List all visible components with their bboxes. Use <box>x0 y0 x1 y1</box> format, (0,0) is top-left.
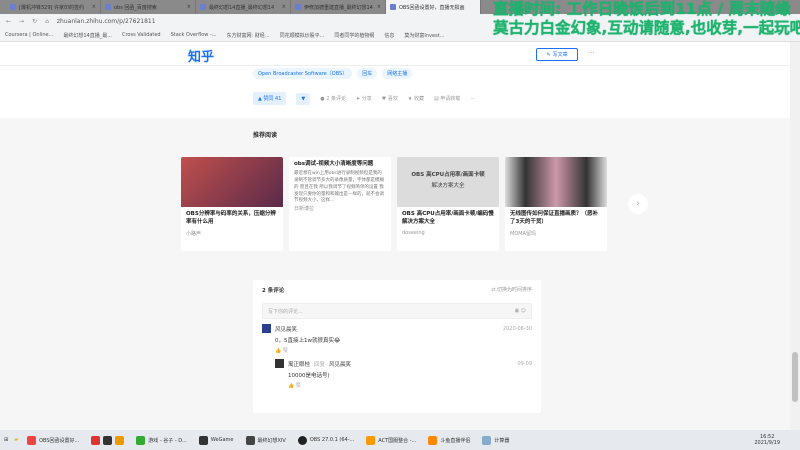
collect-button[interactable]: ★ 收藏 <box>408 95 424 102</box>
repost-button[interactable]: ▤ 申请转载 <box>434 95 460 102</box>
sort-toggle[interactable]: ⇄ 切换为时间排序 <box>491 286 532 294</box>
bookmark[interactable]: 最终幻想14直播_最... <box>63 32 112 39</box>
site-header: 知乎 ✎ 写文章 ··· <box>0 42 790 66</box>
taskbar-item[interactable]: WeGame <box>196 435 237 445</box>
avatar[interactable] <box>262 324 271 333</box>
reload-icon[interactable]: ↻ <box>32 18 37 25</box>
favicon-icon <box>200 4 206 10</box>
bookmark[interactable]: 信息 <box>384 32 394 39</box>
downvote-button[interactable]: ▼ <box>296 92 311 105</box>
comment-input[interactable]: 写下你的评论... ▣ ☺ <box>262 303 532 319</box>
browser-tab-active[interactable]: OBS回函设置好，直播无损画 <box>386 0 481 14</box>
taskbar-item[interactable]: 最终幻想XIV <box>243 435 289 445</box>
emoji-icon[interactable]: ☺ <box>521 308 526 314</box>
scrollbar[interactable] <box>790 42 800 430</box>
bookmark[interactable]: 莫为财富Invest... <box>404 32 444 39</box>
comment-user[interactable]: 风见晨笑 <box>275 325 297 333</box>
start-icon[interactable]: ⊞ <box>4 437 8 443</box>
taskbar-item[interactable]: ACT国服整合 -... <box>363 435 419 445</box>
recommend-card[interactable]: OBS 高CPU占用率/画面卡顿 解决方案大全 OBS 高CPU占用率/画面卡顿/… <box>397 157 499 251</box>
next-arrow-button[interactable]: › <box>628 194 648 214</box>
card-image: OBS 高CPU占用率/画面卡顿 解决方案大全 <box>397 157 499 207</box>
topic-tag[interactable]: Open Broadcaster Software（OBS） <box>253 68 353 79</box>
taskbar-item[interactable]: OBS回函设置好... <box>24 435 82 445</box>
taskbar-item[interactable]: 游戏 - 谷子 - D... <box>133 435 190 445</box>
write-article-button[interactable]: ✎ 写文章 <box>536 48 578 61</box>
recommend-card[interactable]: obs调试-视频大小清晰度等问题 最近想在win上用obs进行录制视频但是我的录… <box>289 157 391 251</box>
comment-reply: 寓正眼桂 回复 风见晨笑 09-09 10000是电话号) 👍 赞 <box>275 359 532 389</box>
favicon-icon <box>10 4 16 10</box>
home-icon[interactable]: ⌂ <box>45 18 49 25</box>
recommend-title: 推荐阅读 <box>253 132 278 139</box>
bookmark[interactable]: Cross Validated <box>122 32 161 38</box>
bookmark[interactable]: Stack Overflow -... <box>171 32 217 38</box>
favicon-icon <box>390 4 396 10</box>
topic-tag[interactable]: 网络主播 <box>382 68 413 79</box>
avatar[interactable] <box>275 359 284 368</box>
browser-tab[interactable]: obs 回函_百度搜索 × <box>101 0 196 14</box>
bookmark[interactable]: Coursera | Online... <box>5 32 53 38</box>
bookmark[interactable]: 东方财富网: 财经... <box>227 32 270 39</box>
more-actions-button[interactable]: ··· <box>470 96 475 102</box>
back-icon[interactable]: ← <box>6 18 11 25</box>
system-clock[interactable]: 16:52 2021/9/19 <box>754 434 780 447</box>
taskbar: ⊞ ▰ OBS回函设置好... 游戏 - 谷子 - D... WeGame 最终… <box>0 430 800 450</box>
taskbar-item[interactable] <box>88 435 127 445</box>
recommend-card[interactable]: OBS分辨率与码率的关系，压缩分辨率有什么用 小路声 <box>181 157 283 251</box>
close-icon[interactable]: × <box>282 4 286 10</box>
comments-title: 2 条评论 <box>262 288 285 294</box>
stream-overlay-text: 直播时间: 工作日晚饭后到11点 / 周末随缘 莫古力白金幻象,互动请随意,也收… <box>493 0 800 37</box>
close-icon[interactable]: × <box>377 4 381 10</box>
card-image <box>181 157 283 207</box>
comment-item: 风见晨笑 2020-06-30 0，5直接上1w就很真实😂 👍 赞 <box>262 324 532 354</box>
folder-icon[interactable]: ▰ <box>14 437 18 443</box>
taskbar-item[interactable]: 斗鱼直播伴侣 <box>425 435 473 445</box>
favicon-icon <box>105 4 111 10</box>
browser-tab[interactable]: 伊修加德重建直播_最终幻想14 × <box>291 0 386 14</box>
like-button[interactable]: ♥ 喜欢 <box>382 95 398 102</box>
forward-icon[interactable]: → <box>19 18 24 25</box>
taskbar-item[interactable]: OBS 27.0.1 (64-... <box>295 435 357 445</box>
taskbar-item[interactable]: 计算器 <box>479 435 512 445</box>
scrollbar-thumb[interactable] <box>792 352 798 402</box>
favicon-icon <box>295 4 301 10</box>
recommend-cards: OBS分辨率与码率的关系，压缩分辨率有什么用 小路声 obs调试-视频大小清晰度… <box>181 157 607 251</box>
bookmark[interactable]: 同花顺模拟炒股平... <box>280 32 325 39</box>
share-button[interactable]: ➤ 分享 <box>356 95 372 102</box>
url-input[interactable]: zhuanlan.zhihu.com/p/27621811 <box>57 18 156 25</box>
bookmark[interactable]: 同者同学的植物纲 <box>334 32 374 39</box>
more-button[interactable]: ··· <box>588 49 595 57</box>
like-button[interactable]: 👍 赞 <box>275 347 532 354</box>
comments-button[interactable]: ● 2 条评论 <box>320 95 346 102</box>
zhihu-logo[interactable]: 知乎 <box>188 46 214 65</box>
close-icon[interactable]: × <box>187 4 191 10</box>
close-icon[interactable]: × <box>92 4 96 10</box>
card-image <box>505 157 607 207</box>
edit-icon: ✎ <box>546 51 551 58</box>
like-button[interactable]: 👍 赞 <box>288 382 532 389</box>
article-footer: Open Broadcaster Software（OBS） 回车 网络主播 ▲… <box>0 66 790 118</box>
image-icon[interactable]: ▣ <box>514 308 519 314</box>
browser-tab[interactable]: 最终幻想14直播_最终幻想14 × <box>196 0 291 14</box>
recommend-card[interactable]: 无线图传如何保证直播画质？（恶补了3天的干货） MOMA留玛 <box>505 157 607 251</box>
upvote-button[interactable]: ▲ 赞同 41 <box>253 92 287 105</box>
comments-panel: 2 条评论 ⇄ 切换为时间排序 写下你的评论... ▣ ☺ 风见晨笑 2020-06-… <box>253 280 541 413</box>
topic-tag[interactable]: 回车 <box>357 68 378 79</box>
browser-tab[interactable]: [爆机冲锋329] 许家印的签约 × <box>6 0 101 14</box>
